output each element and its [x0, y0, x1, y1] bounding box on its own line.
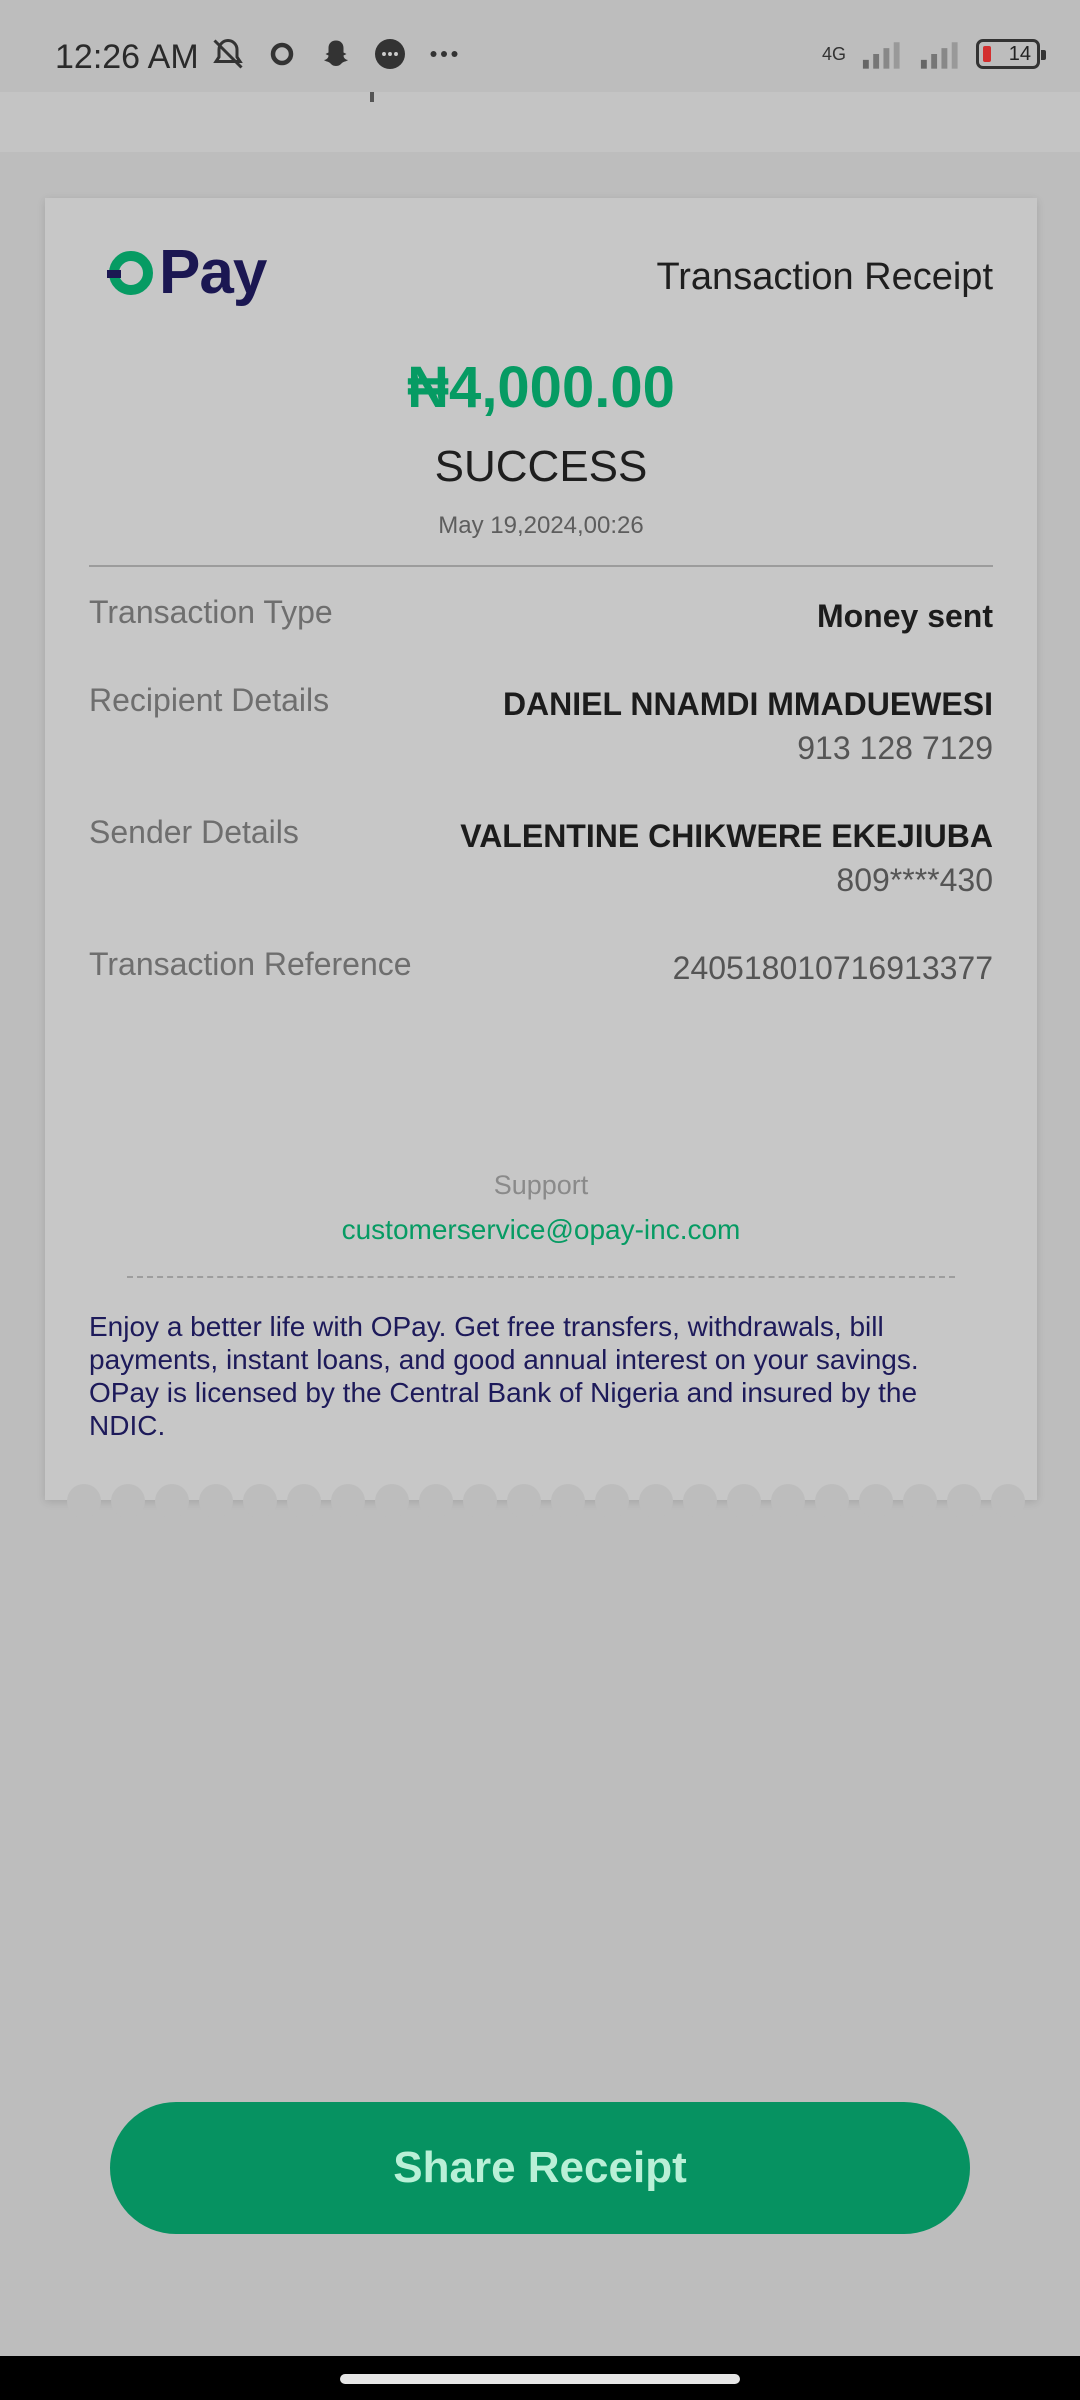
scallop: [419, 1484, 453, 1518]
scallop: [551, 1484, 585, 1518]
transaction-reference: 240518010716913377: [672, 950, 993, 986]
messages-icon: [372, 36, 408, 72]
signal-icon: [918, 36, 962, 72]
transaction-amount: ₦4,000.00: [407, 355, 675, 420]
divider: [89, 565, 993, 567]
scallop: [463, 1484, 497, 1518]
scallop: [683, 1484, 717, 1518]
receipt-scallop-edge: [45, 1484, 1037, 1518]
network-type: 4G: [821, 43, 846, 64]
support-email-link[interactable]: customerservice@opay-inc.com: [45, 1214, 1037, 1246]
row-value: DANIEL NNAMDI MMADUEWESI 913 128 7129: [503, 682, 993, 770]
scallop: [727, 1484, 761, 1518]
sender-account: 809****430: [836, 862, 993, 898]
row-label: Sender Details: [89, 814, 299, 850]
snapchat-icon: [318, 36, 354, 72]
scallop: [639, 1484, 673, 1518]
scallop: [155, 1484, 189, 1518]
promo-text: Enjoy a better life with OPay. Get free …: [89, 1311, 919, 1441]
system-nav-bar: [0, 2356, 1080, 2400]
row-value: 240518010716913377: [673, 946, 993, 990]
scallop: [199, 1484, 233, 1518]
more-dots-icon: [426, 36, 462, 72]
header-strip: [0, 92, 1080, 152]
scroll-indicator: [370, 92, 374, 102]
row-label: Transaction Type: [89, 594, 333, 630]
receipt-card: Pay Transaction Receipt ₦4,000.00 SUCCES…: [45, 198, 1037, 1518]
row-value: VALENTINE CHIKWERE EKEJIUBA 809****430: [460, 814, 993, 902]
scallop: [507, 1484, 541, 1518]
scallop: [859, 1484, 893, 1518]
scallop: [287, 1484, 321, 1518]
scallop: [991, 1484, 1025, 1518]
support-label: Support: [493, 1170, 589, 1200]
recipient-name: DANIEL NNAMDI MMADUEWESI: [502, 686, 993, 722]
sender-name: VALENTINE CHIKWERE EKEJIUBA: [460, 818, 993, 854]
status-icons-right: 4G 14: [821, 36, 1046, 72]
scallop: [815, 1484, 849, 1518]
row-label: Recipient Details: [89, 682, 330, 718]
scallop: [771, 1484, 805, 1518]
opay-logo: Pay: [107, 238, 267, 307]
scallop: [947, 1484, 981, 1518]
row-label: Transaction Reference: [89, 946, 412, 982]
transaction-status: SUCCESS: [434, 442, 648, 491]
bell-muted-icon: [210, 36, 246, 72]
status-icons-left: [210, 36, 462, 72]
row-value: Money sent: [817, 594, 993, 638]
opay-logo-mark-icon: [107, 249, 155, 297]
receipt-title: Transaction Receipt: [656, 256, 993, 298]
share-receipt-button[interactable]: Share Receipt: [110, 2102, 970, 2234]
battery-icon: 14: [976, 39, 1046, 69]
opay-logo-text: Pay: [159, 238, 267, 307]
status-time: 12:26 AM: [55, 38, 199, 76]
battery-level: 14: [1008, 43, 1031, 65]
status-bar: 12:26 AM 4G 14: [0, 0, 1080, 92]
home-gesture-handle[interactable]: [340, 2374, 740, 2384]
scallop: [331, 1484, 365, 1518]
scallop: [111, 1484, 145, 1518]
scallop: [595, 1484, 629, 1518]
scallop: [375, 1484, 409, 1518]
signal-icon: [860, 36, 904, 72]
recipient-account: 913 128 7129: [797, 730, 993, 766]
scallop: [67, 1484, 101, 1518]
transaction-datetime: May 19,2024,00:26: [438, 512, 644, 539]
row-value-main: Money sent: [816, 598, 993, 634]
scallop: [903, 1484, 937, 1518]
sync-icon: [264, 36, 300, 72]
scallop: [243, 1484, 277, 1518]
dashed-divider: [127, 1276, 955, 1278]
